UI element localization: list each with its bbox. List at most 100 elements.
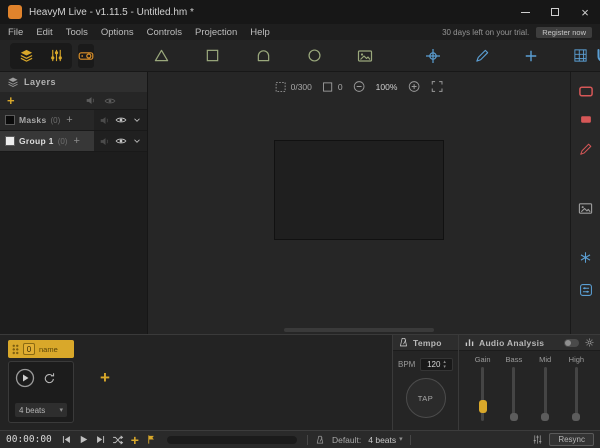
mute-icon[interactable] <box>99 136 110 147</box>
media-tool-button[interactable] <box>350 44 380 68</box>
mute-all-icon[interactable] <box>85 95 96 106</box>
group-color-swatch[interactable] <box>5 136 15 146</box>
timeline-track[interactable] <box>167 436 297 444</box>
channel-bass: Bass <box>498 355 529 421</box>
add-timeline-marker-button[interactable]: + <box>131 433 139 447</box>
channel-label: Bass <box>506 355 523 364</box>
controls-panel-button[interactable] <box>574 279 598 301</box>
menu-projection[interactable]: Projection <box>195 27 237 38</box>
menu-help[interactable]: Help <box>250 27 270 38</box>
chevron-down-icon[interactable] <box>132 136 142 146</box>
heavym-account-button[interactable] <box>595 44 600 68</box>
resync-button[interactable]: Resync <box>549 433 594 446</box>
layers-panel: Layers + Masks (0) + <box>0 72 148 334</box>
minimize-button[interactable] <box>510 0 540 24</box>
gear-icon[interactable] <box>584 337 595 348</box>
divider <box>307 435 308 445</box>
fit-view-icon[interactable] <box>430 80 443 93</box>
shapes-panel-button[interactable] <box>574 80 598 102</box>
layer-row-group-1[interactable]: Group 1 (0) + <box>0 131 147 152</box>
arch-tool-button[interactable] <box>248 44 278 68</box>
output-view-button[interactable] <box>78 44 94 68</box>
zoom-in-icon[interactable] <box>407 80 420 93</box>
default-beats-select[interactable]: 4 beats ▾ <box>368 435 402 445</box>
add-shape-button[interactable]: + <box>73 136 79 147</box>
bpm-stepper-arrows[interactable]: ▴ ▾ <box>443 360 446 369</box>
media-panel-button[interactable] <box>574 197 598 219</box>
mute-icon[interactable] <box>99 115 110 126</box>
mid-slider[interactable] <box>544 367 547 421</box>
gain-slider-thumb[interactable] <box>479 400 487 413</box>
layers-stack-icon <box>7 76 19 88</box>
mixer-icon[interactable] <box>532 434 543 445</box>
zoom-level[interactable]: 100% <box>376 82 398 92</box>
rectangle-tool-button[interactable] <box>197 44 227 68</box>
preview-canvas[interactable]: 0/300 0 100% <box>148 72 570 334</box>
high-slider[interactable] <box>575 367 578 421</box>
drag-handle-icon[interactable] <box>12 344 19 355</box>
skip-back-icon[interactable] <box>61 434 72 445</box>
sequence-name[interactable]: name <box>39 345 58 354</box>
loop-icon[interactable] <box>43 372 56 385</box>
menu-tools[interactable]: Tools <box>66 27 88 38</box>
move-tool-button[interactable] <box>418 44 448 68</box>
tempo-panel: Tempo BPM 120 ▴ ▾ TAP <box>392 335 458 430</box>
channel-gain: Gain <box>467 355 498 421</box>
zoom-out-icon[interactable] <box>353 80 366 93</box>
sequence-clip[interactable]: 0 name <box>8 340 74 358</box>
fill-panel-button[interactable] <box>574 108 598 130</box>
paint-tool-button[interactable] <box>467 44 497 68</box>
sequence-beats-select[interactable]: 4 beats ▾ <box>15 403 67 417</box>
layer-row-masks[interactable]: Masks (0) + <box>0 110 147 131</box>
play-button[interactable] <box>15 368 35 388</box>
add-sequence-button[interactable]: + <box>100 369 110 386</box>
media-library-icon <box>578 201 593 216</box>
skip-forward-icon[interactable] <box>95 434 106 445</box>
chevron-down-icon[interactable] <box>132 115 142 125</box>
close-button[interactable]: × <box>570 0 600 24</box>
add-mask-button[interactable]: + <box>66 115 72 126</box>
bass-slider[interactable] <box>512 367 515 421</box>
visibility-all-icon[interactable] <box>104 95 116 107</box>
bpm-row: BPM 120 ▴ ▾ <box>398 358 453 371</box>
sequence-player: 4 beats ▾ <box>8 361 74 423</box>
controls-box-icon <box>579 283 593 297</box>
bass-slider-thumb[interactable] <box>510 413 518 421</box>
projector-icon <box>78 48 94 64</box>
menu-file[interactable]: File <box>8 27 23 38</box>
masks-color-swatch[interactable] <box>5 115 15 125</box>
high-slider-thumb[interactable] <box>572 413 580 421</box>
mid-slider-thumb[interactable] <box>541 413 549 421</box>
sequencer-area: 0 name 4 beats ▾ + <box>0 335 392 430</box>
projection-surface[interactable] <box>274 140 444 240</box>
tempo-title: Tempo <box>413 338 442 348</box>
play-icon[interactable] <box>78 434 89 445</box>
menu-edit[interactable]: Edit <box>36 27 52 38</box>
grid-warp-button[interactable] <box>565 44 595 68</box>
audio-analysis-toggle[interactable] <box>564 339 579 347</box>
register-now-button[interactable]: Register now <box>536 27 592 38</box>
channel-label: Gain <box>475 355 491 364</box>
add-group-button[interactable]: + <box>7 94 15 107</box>
add-effect-button[interactable] <box>516 44 546 68</box>
horizontal-scrollbar[interactable] <box>284 328 434 332</box>
menu-options[interactable]: Options <box>101 27 134 38</box>
menu-controls[interactable]: Controls <box>147 27 182 38</box>
window-title: HeavyM Live - v1.11.5 - Untitled.hm * <box>29 7 194 18</box>
effects-panel-button[interactable] <box>574 246 598 268</box>
layers-panel-title: Layers <box>24 77 56 87</box>
appearance-panel-button[interactable] <box>574 138 598 160</box>
triangle-tool-button[interactable] <box>146 44 176 68</box>
eye-icon[interactable] <box>115 135 127 147</box>
eye-icon[interactable] <box>115 114 127 126</box>
maximize-button[interactable] <box>540 0 570 24</box>
marker-flag-icon[interactable] <box>146 434 157 445</box>
shuffle-icon[interactable] <box>112 434 124 446</box>
sequences-view-button[interactable] <box>41 44 71 68</box>
gain-slider[interactable] <box>481 367 484 421</box>
circle-tool-button[interactable] <box>299 44 329 68</box>
bpm-stepper[interactable]: 120 ▴ ▾ <box>420 358 453 371</box>
tap-tempo-button[interactable]: TAP <box>406 378 446 418</box>
layers-view-button[interactable] <box>11 44 41 68</box>
chevron-down-icon: ▾ <box>59 407 63 414</box>
